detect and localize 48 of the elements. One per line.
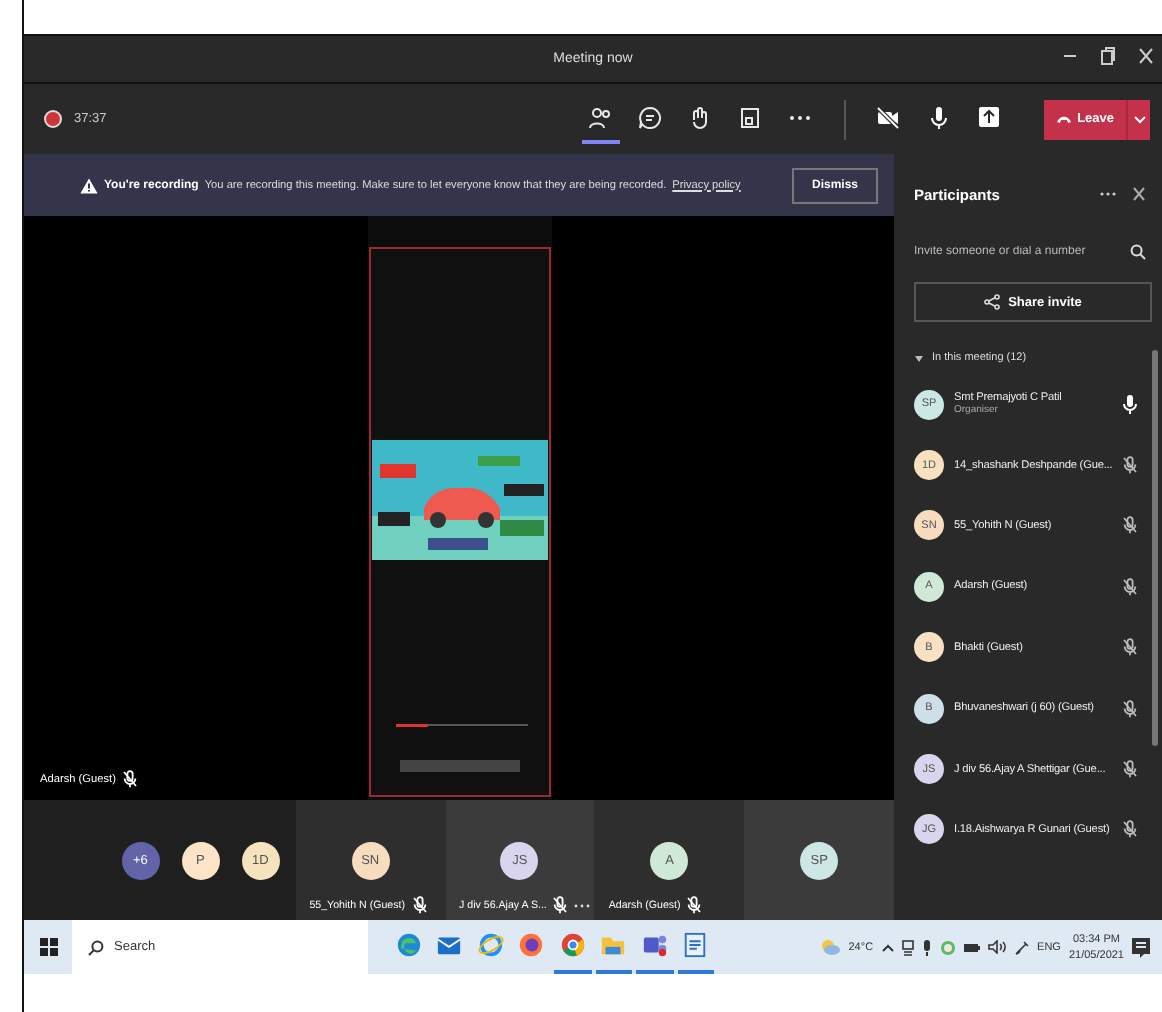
warning-icon [80, 177, 98, 193]
rooms-icon [738, 105, 763, 129]
muted-mic-icon [1122, 699, 1138, 718]
leave-options-button[interactable] [1126, 99, 1150, 139]
caret-icon [1133, 115, 1145, 123]
mail-icon [436, 932, 463, 958]
notification-icon[interactable] [1132, 937, 1150, 957]
muted-mic-icon [1122, 760, 1138, 779]
muted-mic-icon [686, 896, 703, 914]
firefox-icon [518, 932, 545, 958]
close-icon[interactable] [1132, 186, 1146, 202]
share-icon [984, 294, 1001, 310]
notepad-icon [682, 932, 709, 958]
teams-icon [641, 932, 668, 958]
scrollbar[interactable] [1152, 350, 1158, 746]
restore-icon[interactable] [1100, 46, 1116, 66]
close-icon[interactable] [1138, 46, 1154, 66]
muted-mic-icon [1122, 638, 1138, 657]
muted-mic-icon [411, 896, 428, 914]
search-icon[interactable] [1130, 244, 1146, 260]
battery-icon[interactable] [963, 941, 980, 953]
camera-off-icon [876, 105, 901, 129]
mic-icon[interactable] [921, 939, 932, 955]
muted-mic-icon [552, 896, 569, 914]
muted-mic-icon [1122, 820, 1138, 839]
muted-mic-icon [1122, 516, 1138, 535]
share-screen-icon [977, 106, 1000, 128]
muted-mic-icon [1122, 456, 1138, 475]
chevron-up-icon[interactable] [881, 943, 894, 951]
chat-icon [638, 105, 663, 129]
edge-icon [395, 932, 422, 958]
pen-icon[interactable] [1013, 939, 1030, 955]
muted-mic-icon [1122, 577, 1138, 596]
more-icon[interactable] [1100, 190, 1116, 198]
search-icon [88, 939, 104, 955]
muted-mic-icon [121, 770, 138, 788]
ie-icon [477, 932, 504, 958]
mic-icon [929, 105, 948, 129]
folder-icon [600, 932, 627, 958]
windows-icon[interactable] [39, 938, 57, 956]
phone-icon [1055, 114, 1072, 124]
speaker-icon[interactable] [987, 940, 1006, 954]
hand-icon [688, 105, 713, 129]
more-icon[interactable] [574, 901, 591, 909]
people-icon [588, 105, 613, 129]
chrome-icon [559, 932, 586, 958]
mic-icon [1122, 394, 1138, 415]
caret-icon [914, 353, 924, 363]
